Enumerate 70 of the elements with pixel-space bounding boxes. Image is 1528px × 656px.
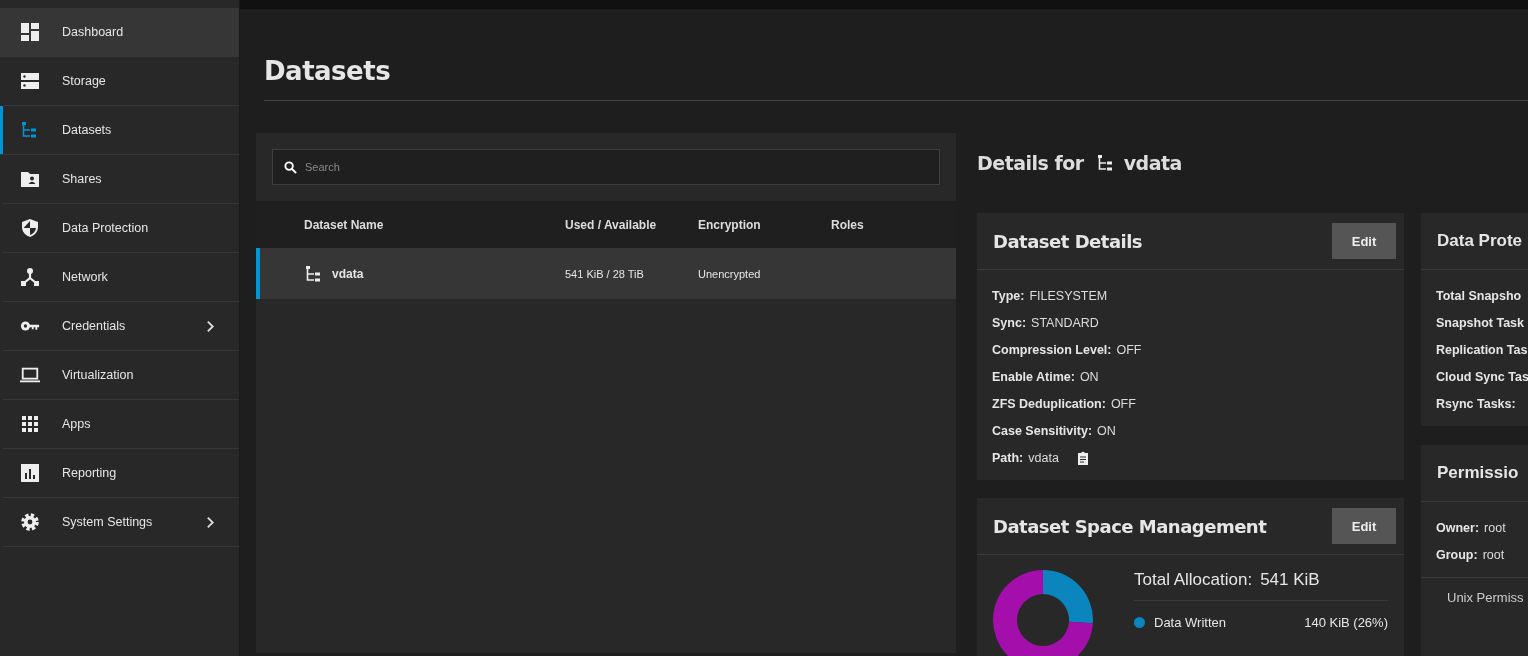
sidebar-item[interactable]: Reporting <box>3 449 239 498</box>
sidebar-item[interactable]: Data Protection <box>3 204 239 253</box>
sidebar-item[interactable]: Storage <box>3 57 239 106</box>
sidebar-item[interactable]: Dashboard <box>0 8 239 57</box>
field-value: FILESYSTEM <box>1029 289 1108 303</box>
column-header[interactable]: Roles <box>831 217 864 232</box>
shield-icon <box>20 218 40 238</box>
table-cell-text: 541 KiB / 28 TiB <box>565 267 645 280</box>
sidebar-item[interactable]: System Settings <box>3 498 239 547</box>
settings-icon <box>20 512 40 532</box>
total-allocation-value: 541 KiB <box>1260 570 1320 590</box>
search-field[interactable]: Search <box>272 149 940 185</box>
field-label: Path: <box>992 451 1024 465</box>
card-title: Data Prote <box>1437 231 1523 251</box>
field-label: Cloud Sync Tas <box>1436 370 1528 384</box>
total-allocation-label: Total Allocation: <box>1134 570 1253 590</box>
network-icon <box>20 267 40 287</box>
table-cell-text: Unencrypted <box>698 267 762 280</box>
column-header[interactable]: Dataset Name <box>256 217 565 232</box>
edit-button[interactable]: Edit <box>1332 223 1396 259</box>
sidebar-item[interactable]: Credentials <box>3 302 239 351</box>
dashboard-icon <box>20 22 40 42</box>
sidebar-item[interactable]: Virtualization <box>3 351 239 400</box>
field-label: Owner: <box>1436 521 1480 535</box>
field-value: root <box>1482 548 1505 562</box>
sidebar-item[interactable]: Network <box>3 253 239 302</box>
sidebar-item[interactable]: Shares <box>3 155 239 204</box>
field-label: Snapshot Task <box>1436 316 1524 330</box>
search-icon <box>284 161 297 174</box>
chevron-right-icon <box>206 319 215 333</box>
field-value: ON <box>1079 370 1099 384</box>
field-label: Group: <box>1436 548 1478 562</box>
field-value: ON <box>1097 424 1116 438</box>
field-label: Sync: <box>992 316 1027 330</box>
clipboard-icon[interactable] <box>1076 451 1089 465</box>
field-value: vdata <box>1028 451 1059 465</box>
card-title: Dataset Details <box>993 230 1143 252</box>
legend-value: 140 KiB (26%) <box>1304 615 1388 630</box>
field-label: Type: <box>992 289 1025 303</box>
field-value: STANDARD <box>1031 316 1099 330</box>
field-label: Rsync Tasks: <box>1436 397 1516 411</box>
field-label: Replication Tas <box>1436 343 1528 357</box>
dataset-name: vdata <box>1123 152 1182 174</box>
sidebar-item[interactable]: Datasets <box>0 106 239 155</box>
field-label: Case Sensitivity: <box>992 424 1093 438</box>
edit-button[interactable]: Edit <box>1332 508 1396 544</box>
field-label: ZFS Deduplication: <box>992 397 1106 411</box>
field-label: Compression Level: <box>992 343 1112 357</box>
card-title: Dataset Space Management <box>993 515 1267 537</box>
laptop-icon <box>20 365 40 385</box>
apps-grid-icon <box>20 414 40 434</box>
field-value: OFF <box>1116 343 1142 357</box>
card-title: Permissio <box>1437 463 1519 483</box>
sidebar-item[interactable]: Apps <box>3 400 239 449</box>
folder-user-icon <box>20 169 40 189</box>
field-label: Enable Atime: <box>992 370 1075 384</box>
server-icon <box>20 71 40 91</box>
bar-chart-icon <box>20 463 40 483</box>
dataset-row[interactable]: vdata 541 KiB / 28 TiB Unencrypted <box>256 248 956 299</box>
field-value: root <box>1484 521 1506 535</box>
field-label: Total Snapsho <box>1436 289 1522 303</box>
chevron-right-icon <box>206 515 215 529</box>
details-heading: Details for <box>977 152 1084 174</box>
column-header[interactable]: Used / Available <box>565 217 698 232</box>
dataset-name: vdata <box>332 266 364 281</box>
page-title: Datasets <box>264 56 1528 101</box>
column-header[interactable]: Encryption <box>698 217 831 232</box>
field-value: OFF <box>1110 397 1136 411</box>
legend-label: Data Written <box>1154 615 1227 630</box>
section-label: Unix Permiss <box>1421 577 1528 656</box>
